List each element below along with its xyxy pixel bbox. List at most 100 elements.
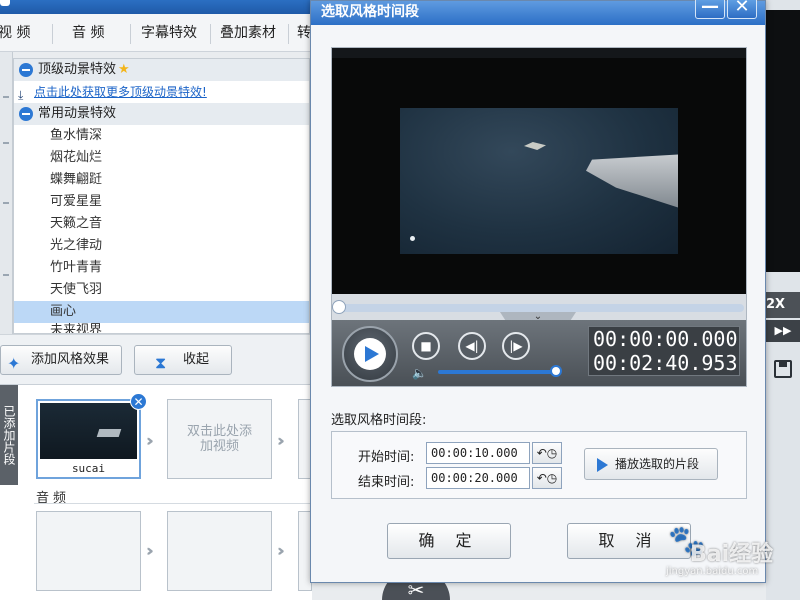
collapse-group-icon[interactable]	[19, 107, 33, 121]
effect-item[interactable]: 蝶舞翩跹	[14, 169, 309, 191]
toolstrip-mark	[3, 142, 9, 144]
group-label: 顶级动景特效	[38, 62, 117, 77]
clock-icon[interactable]: ↶◷	[532, 467, 562, 489]
tab-overlay-assets[interactable]: 叠加素材	[220, 14, 276, 52]
video-carrier	[586, 154, 678, 210]
play-icon	[354, 338, 386, 370]
video-jet	[524, 142, 546, 150]
button-label: 收起	[183, 352, 210, 367]
seek-bar[interactable]	[332, 300, 744, 314]
ok-button[interactable]: 确 定	[387, 523, 511, 559]
chevron-right-icon: ›››	[146, 541, 153, 560]
play-icon	[597, 458, 608, 472]
speed-button[interactable]: 2X	[766, 292, 800, 318]
add-style-effect-button[interactable]: ✦ 添加风格效果	[0, 345, 122, 375]
letterbox	[332, 58, 746, 294]
save-icon[interactable]	[774, 360, 792, 378]
tab-transition[interactable]: 转	[297, 14, 311, 52]
section-label: 选取风格时间段:	[331, 413, 427, 428]
tab-subtitle-effects[interactable]: 字幕特效	[141, 14, 197, 52]
common-effects-group-header[interactable]: 常用动景特效	[14, 103, 309, 125]
effect-item[interactable]: 烟花灿烂	[14, 147, 309, 169]
watermark-brand: Bai经验	[690, 542, 774, 567]
toolstrip-mark	[3, 202, 9, 204]
total-time: 00:02:40.953	[593, 351, 738, 375]
seek-handle[interactable]	[332, 300, 346, 314]
fast-forward-icon[interactable]: ▶▶	[766, 320, 800, 342]
tab-divider	[288, 24, 289, 44]
watermark: 🐾 Bai经验 jingyan.baidu.com	[662, 512, 774, 582]
app-logo-icon	[0, 0, 10, 6]
time-display: 00:00:00.000 00:02:40.953	[588, 326, 740, 376]
star-icon: ★	[118, 62, 130, 77]
chevron-right-icon: ›››	[146, 431, 153, 450]
button-label: 添加风格效果	[31, 352, 110, 367]
empty-audio-slot[interactable]	[36, 511, 141, 591]
tab-divider	[52, 24, 53, 44]
remove-clip-icon[interactable]: ✕	[130, 393, 147, 410]
timeline-panel: 已添加片段 sucai ✕ ››› 双击此处添加视频 ››› 音频 ››› ››…	[0, 384, 312, 600]
tab-audio[interactable]: 音 频	[72, 14, 104, 52]
effect-item[interactable]: 鱼水情深	[14, 125, 309, 147]
start-time-row: 开始时间: 00:00:10.000 ↶◷	[332, 442, 572, 466]
start-time-input[interactable]: 00:00:10.000	[426, 442, 530, 464]
tab-divider	[210, 24, 211, 44]
empty-audio-slot[interactable]	[167, 511, 272, 591]
tab-divider	[130, 24, 131, 44]
effect-item[interactable]: 可爱星星	[14, 191, 309, 213]
magic-wand-icon: ✦	[7, 354, 21, 373]
more-effects-link[interactable]: ⤓ 点击此处获取更多顶级动景特效!	[14, 81, 309, 103]
end-time-label: 结束时间:	[358, 475, 415, 490]
effect-item[interactable]: 天使飞羽	[14, 279, 309, 301]
clock-icon[interactable]: ↶◷	[532, 442, 562, 464]
timeline-side-tab[interactable]: 已添加片段	[0, 385, 18, 485]
group-label: 常用动景特效	[38, 106, 117, 121]
clip-name: sucai	[71, 462, 106, 475]
button-label: 播放选取的片段	[615, 457, 700, 471]
player-controls: ■ ◀| |▶ 🔈 00:00:00.000 00:02:40.953	[332, 320, 746, 386]
video-clip[interactable]: sucai ✕	[36, 393, 147, 479]
clip-thumbnail	[40, 403, 137, 459]
volume-slider[interactable]	[438, 370, 556, 374]
previous-frame-icon[interactable]: ◀|	[458, 332, 486, 360]
play-button[interactable]	[342, 326, 398, 382]
toolstrip-mark	[3, 96, 9, 98]
preview-area	[766, 10, 800, 272]
video-screen[interactable]	[332, 48, 746, 294]
toolstrip-mark	[3, 274, 9, 276]
stop-icon[interactable]: ■	[412, 332, 440, 360]
effect-item[interactable]: 天籁之音	[14, 213, 309, 235]
collapse-button[interactable]: ⧗ 收起	[134, 345, 232, 375]
effect-item-selected[interactable]: 画心	[14, 301, 309, 323]
tab-video[interactable]: 视 频	[0, 14, 30, 52]
next-frame-icon[interactable]: |▶	[502, 332, 530, 360]
close-button[interactable]: ✕	[727, 0, 757, 19]
effect-item[interactable]: 光之律动	[14, 235, 309, 257]
volume-handle[interactable]	[550, 365, 562, 377]
empty-video-slot[interactable]: 双击此处添加视频	[167, 399, 272, 479]
minimize-button[interactable]: —	[695, 0, 725, 19]
play-selected-segment-button[interactable]: 播放选取的片段	[584, 448, 718, 480]
watermark-url: jingyan.baidu.com	[666, 566, 759, 577]
effects-list-panel: 顶级动景特效 ★ ⤓ 点击此处获取更多顶级动景特效! 常用动景特效 鱼水情深 烟花…	[13, 58, 310, 334]
link-text: 点击此处获取更多顶级动景特效!	[34, 85, 207, 99]
collapse-group-icon[interactable]	[19, 63, 33, 77]
left-toolstrip	[0, 52, 13, 334]
chevron-right-icon: ›››	[277, 541, 284, 560]
effect-item[interactable]: 未来视界	[14, 323, 309, 333]
top-effects-group-header[interactable]: 顶级动景特效 ★	[14, 59, 309, 81]
preview-edge: 2X ▶▶	[766, 0, 800, 600]
video-frame	[400, 108, 678, 254]
video-wake	[410, 236, 415, 241]
current-time: 00:00:00.000	[593, 327, 738, 351]
chevron-right-icon: ›››	[277, 431, 284, 450]
start-time-label: 开始时间:	[358, 450, 415, 465]
select-style-time-dialog: 选取风格时间段 — ✕ ⌄ ■ ◀| |▶ 🔈 00:00:00.000 00:…	[310, 0, 766, 583]
end-time-input[interactable]: 00:00:20.000	[426, 467, 530, 489]
video-player: ⌄ ■ ◀| |▶ 🔈 00:00:00.000 00:02:40.953	[331, 47, 747, 387]
volume-icon[interactable]: 🔈	[412, 366, 427, 380]
effect-item[interactable]: 竹叶青青	[14, 257, 309, 279]
effects-actions: ✦ 添加风格效果 ⧗ 收起	[0, 334, 312, 384]
empty-slot-hint: 双击此处添加视频	[186, 424, 252, 454]
time-range-box: 开始时间: 00:00:10.000 ↶◷ 结束时间: 00:00:20.000…	[331, 431, 747, 499]
